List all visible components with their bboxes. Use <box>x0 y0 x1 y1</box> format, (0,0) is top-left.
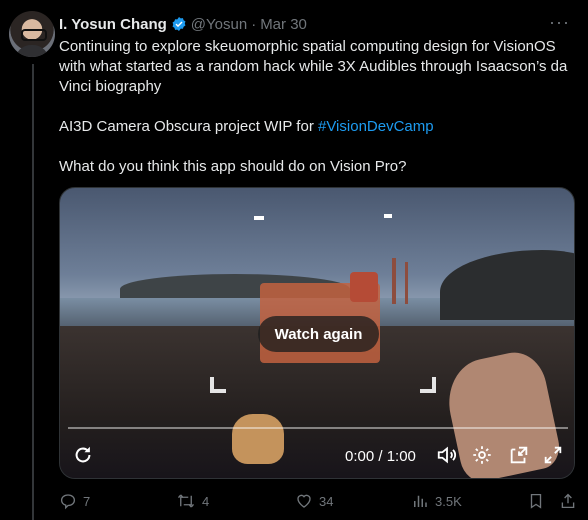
reply-button[interactable]: 7 <box>59 490 90 512</box>
tweet-actions: 7 4 34 3.5K <box>59 490 579 514</box>
share-button[interactable] <box>559 490 577 512</box>
retweet-icon <box>177 494 195 508</box>
video-player[interactable]: Watch again 0:00 / 1:00 <box>59 187 575 479</box>
retweet-button[interactable]: 4 <box>176 490 209 512</box>
reply-icon <box>60 494 76 510</box>
like-button[interactable]: 34 <box>295 490 333 512</box>
scene-bridge-tower <box>392 258 396 304</box>
tweet-line-1: Continuing to explore skeuomorphic spati… <box>59 38 568 95</box>
tweet-line-2-prefix: AI3D Camera Obscura project WIP for <box>59 118 318 135</box>
thread-line <box>32 64 34 520</box>
picture-in-picture-icon[interactable] <box>508 444 530 466</box>
watch-again-button[interactable]: Watch again <box>258 316 379 352</box>
retweet-count: 4 <box>202 493 210 509</box>
video-controls: 0:00 / 1:00 <box>60 438 574 478</box>
tweet-line-3: What do you think this app should do on … <box>59 158 407 175</box>
gear-icon[interactable] <box>471 444 493 466</box>
replay-icon[interactable] <box>72 444 94 466</box>
like-count: 34 <box>319 493 334 509</box>
avatar-shirt <box>15 45 49 57</box>
author-handle[interactable]: @Yosun <box>191 16 247 33</box>
heart-icon <box>297 494 311 508</box>
avatar-glasses <box>21 29 47 41</box>
bookmark-icon <box>530 493 542 509</box>
volume-icon[interactable] <box>436 444 458 466</box>
header-separator: · <box>251 15 257 33</box>
scene-bridge-tower-2 <box>405 262 408 304</box>
frame-marker-top-left <box>254 216 264 220</box>
tweet-header: I. Yosun Chang @Yosun · Mar 30 <box>59 13 307 35</box>
video-time: 0:00 / 1:00 <box>345 448 416 465</box>
frame-corner-left <box>210 377 226 393</box>
share-icon <box>561 493 575 509</box>
reply-count: 7 <box>83 493 91 509</box>
video-progress-bar[interactable] <box>68 427 568 429</box>
frame-corner-right <box>420 377 436 393</box>
views-count: 3.5K <box>435 493 462 509</box>
avatar[interactable] <box>9 11 55 57</box>
tweet-line-2: AI3D Camera Obscura project WIP for #Vis… <box>59 117 579 137</box>
hashtag-link[interactable]: #VisionDevCamp <box>318 118 434 135</box>
views-chart-icon <box>414 495 427 507</box>
fullscreen-icon[interactable] <box>542 444 564 466</box>
scene-headland <box>440 250 574 320</box>
bookmark-button[interactable] <box>527 490 545 512</box>
camera-obscura-top <box>350 272 378 302</box>
tweet-text: Continuing to explore skeuomorphic spati… <box>59 37 579 177</box>
verified-badge-icon <box>172 17 186 31</box>
author-name[interactable]: I. Yosun Chang <box>59 16 167 33</box>
frame-marker-top-right <box>384 214 392 218</box>
tweet-date[interactable]: Mar 30 <box>260 16 307 33</box>
views-button[interactable]: 3.5K <box>411 490 462 512</box>
more-dots-icon[interactable]: ··· <box>549 12 570 33</box>
